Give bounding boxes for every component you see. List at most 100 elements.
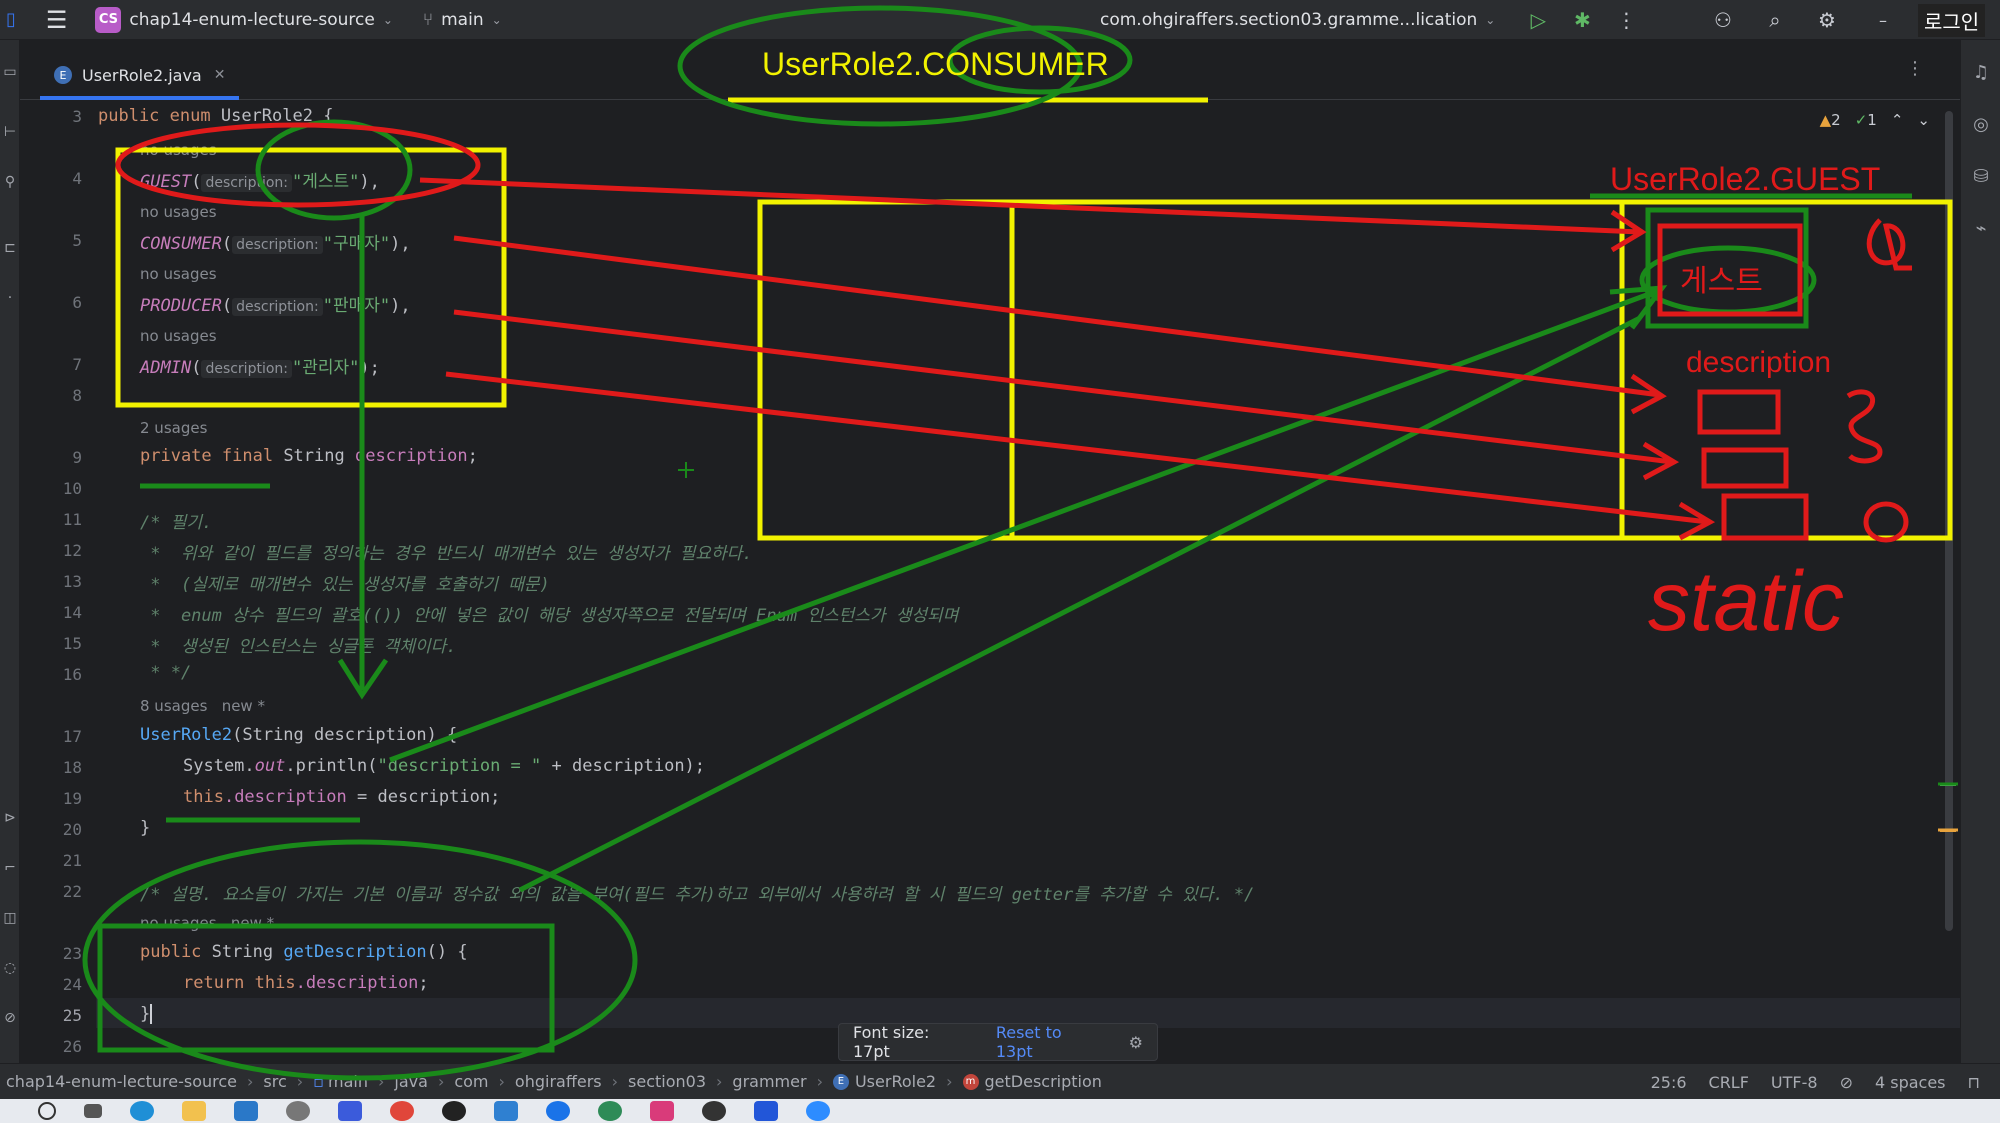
chevron-up-icon[interactable]: ⌃ [1891,111,1904,129]
task-view-icon[interactable] [84,1104,102,1118]
lock-icon[interactable]: ⊓ [1968,1073,1980,1092]
check-count[interactable]: ✓1 [1855,111,1877,129]
line-separator[interactable]: CRLF [1709,1073,1749,1092]
code-line[interactable]: return this.description; [183,973,429,993]
usage-hint[interactable]: 8 usages new * [140,697,265,715]
code-line[interactable]: System.out.println("description = " + de… [183,756,705,776]
code-line[interactable]: ADMIN(description: "관리자"); [140,353,380,378]
zoom-icon[interactable] [806,1101,830,1121]
no-inspection-icon[interactable]: ⊘ [1840,1073,1853,1092]
minimize-icon[interactable]: – [1868,5,1898,35]
debug-icon[interactable]: ✱ [1567,5,1597,35]
breadcrumb-item[interactable]: section03 [628,1072,706,1091]
bookmarks-tool-icon[interactable]: ⊏ [0,240,20,260]
search-icon[interactable]: ⌕ [1760,5,1790,35]
search-icon[interactable] [38,1102,56,1120]
run-icon[interactable]: ▷ [1523,5,1553,35]
indent-setting[interactable]: 4 spaces [1875,1073,1946,1092]
chevron-down-icon[interactable]: ⌄ [1917,111,1930,129]
code-editor[interactable]: ▲2 ✓1 ⌃ ⌄ 3 4 5 6 7 8 9 10 11 12 13 14 1… [20,101,1960,1056]
app-icon[interactable] [338,1101,362,1121]
database-icon[interactable]: ⛁ [1969,166,1993,190]
terminal-tool-icon[interactable]: ⌐ [0,860,20,880]
comment-line[interactable]: /* 설명. 요소들이 가지는 기본 이름과 정수값 외의 값을 부여(필드 추… [140,880,1254,905]
settings-icon[interactable]: ⚙ [1812,5,1842,35]
app-icon[interactable] [754,1101,778,1121]
breadcrumb-item[interactable]: UserRole2 [855,1072,936,1091]
code-line[interactable]: PRODUCER(description: "판매자"), [140,291,411,316]
gradle-icon[interactable]: ⌁ [1969,218,1993,242]
structure-tool-icon[interactable]: ⚲ [0,174,20,194]
settings-icon[interactable] [286,1101,310,1121]
line-number: 13 [62,572,82,591]
code-line[interactable]: CONSUMER(description: "구매자"), [140,229,411,254]
vscode-icon[interactable] [494,1101,518,1121]
reset-font-link[interactable]: Reset to 13pt [996,1023,1099,1061]
project-tool-icon[interactable]: ▭ [0,64,20,84]
vcs-logo-icon[interactable]: ▯ [0,0,22,40]
add-user-icon[interactable]: ⚇ [1708,5,1738,35]
line-number: 15 [62,634,82,653]
more-tools-icon[interactable]: · [0,290,20,310]
caret-position[interactable]: 25:6 [1651,1073,1687,1092]
comment-line[interactable]: * 위와 같이 필드를 정의하는 경우 반드시 매개변수 있는 생성자가 필요하… [140,539,752,564]
ai-assistant-icon[interactable]: ◎ [1969,114,1993,138]
edge-icon[interactable] [130,1101,154,1121]
code-line[interactable]: GUEST(description: "게스트"), [140,167,380,192]
code-line[interactable]: UserRole2(String description) { [140,725,457,745]
commit-tool-icon[interactable]: ⊢ [0,124,20,144]
breadcrumb-item[interactable]: main [328,1072,368,1091]
code-line[interactable]: } [140,1004,153,1024]
github-icon[interactable] [442,1101,466,1121]
ws-icon[interactable] [598,1101,622,1121]
breadcrumb-item[interactable]: src [263,1072,286,1091]
breadcrumb-item[interactable]: java [394,1072,428,1091]
breadcrumb-item[interactable]: getDescription [985,1072,1102,1091]
main-menu-icon[interactable]: ☰ [22,0,86,40]
maps-icon[interactable] [546,1101,570,1121]
code-line[interactable]: } [140,818,150,838]
run-config-selector[interactable]: com.ohgiraffers.section03.gramme...licat… [1090,0,1505,40]
usage-hint[interactable]: 2 usages [140,419,207,437]
project-selector[interactable]: CS chap14-enum-lecture-source ⌄ [85,0,403,40]
more-actions-icon[interactable]: ⋮ [1611,5,1641,35]
comment-line[interactable]: * 생성된 인스턴스는 싱글톤 객체이다. [140,632,456,657]
comment-line[interactable]: * enum 상수 필드의 괄호(()) 안에 넣은 값이 해당 생성자쪽으로 … [140,601,958,626]
vertical-scrollbar[interactable] [1945,111,1953,931]
mail-icon[interactable] [234,1101,258,1121]
comment-line[interactable]: * */ [140,663,191,683]
chrome-icon[interactable] [390,1101,414,1121]
breadcrumb-item[interactable]: grammer [732,1072,806,1091]
comment-line[interactable]: /* 필기. [140,508,212,533]
tab-options-icon[interactable]: ⋮ [1906,58,1924,79]
usage-hint[interactable]: no usages new * [140,914,274,932]
code-line[interactable]: private final String description; [140,446,478,466]
usage-hint[interactable]: no usages [140,265,217,283]
usage-hint[interactable]: no usages [140,203,217,221]
services-tool-icon[interactable]: ⊳ [0,810,20,830]
obs-icon[interactable] [702,1101,726,1121]
code-line[interactable]: public String getDescription() { [140,942,468,962]
login-label[interactable]: 로그인 [1918,3,1986,37]
branch-selector[interactable]: ⑂ main ⌄ [413,0,512,40]
gear-icon[interactable]: ⚙ [1129,1033,1143,1052]
problems-tool-icon[interactable]: ◫ [0,910,20,930]
notifications-icon[interactable]: ♫ [1969,62,1993,86]
warning-count[interactable]: ▲2 [1820,111,1841,129]
breadcrumb-item[interactable]: chap14-enum-lecture-source [6,1072,237,1091]
usage-hint[interactable]: no usages [140,327,217,345]
close-icon[interactable]: ✕ [214,67,226,83]
usage-hint[interactable]: no usages [140,141,217,159]
code-line[interactable]: this.description = description; [183,787,500,807]
git-tool-icon[interactable]: ◌ [0,960,20,980]
file-encoding[interactable]: UTF-8 [1771,1073,1818,1092]
todo-tool-icon[interactable]: ⊘ [0,1010,20,1030]
code-line[interactable]: public enum UserRole2 { [98,106,333,126]
folder-icon[interactable] [182,1101,206,1121]
tab-userrole2-java[interactable]: E UserRole2.java ✕ [40,54,240,100]
comment-line[interactable]: * (실제로 매개변수 있는 생성자를 호출하기 때문) [140,570,550,595]
breadcrumb-item[interactable]: ohgiraffers [515,1072,602,1091]
breadcrumb-item[interactable]: com [454,1072,488,1091]
inspection-widget[interactable]: ▲2 ✓1 ⌃ ⌄ [1820,111,1930,129]
intellij-icon[interactable] [650,1101,674,1121]
